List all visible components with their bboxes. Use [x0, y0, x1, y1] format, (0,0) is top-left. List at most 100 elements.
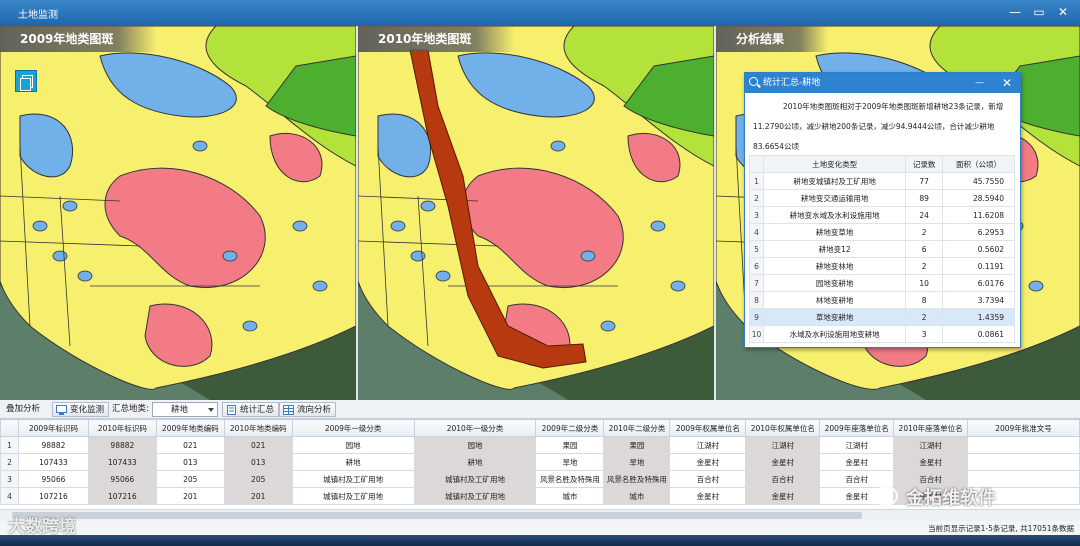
stats-dialog[interactable]: 统计汇总-耕地 — ✕ 2010年地类图斑相对于2009年地类图斑新增耕地23条… [744, 72, 1021, 348]
stats-row-count: 2 [905, 308, 944, 326]
table-cell: 金星村 [745, 453, 821, 471]
flow-analysis-button[interactable]: 流向分析 [279, 402, 337, 417]
status-text: 当前页显示记录1-5条记录, 共17051条数据 [928, 524, 1074, 533]
scrollbar-thumb[interactable] [12, 512, 862, 519]
table-cell: 果园 [603, 436, 671, 454]
pond [550, 140, 566, 152]
table-cell: 风景名胜及特殊用 [535, 470, 605, 488]
pond [32, 220, 48, 232]
grid-header[interactable]: 2009年地类编码 [155, 419, 225, 437]
grid-header[interactable]: 2010年一级分类 [413, 419, 537, 437]
map-panel-2009[interactable]: 2009年地类图斑 [0, 26, 356, 400]
pond [52, 250, 68, 262]
chevron-down-icon [208, 408, 214, 412]
grid-header[interactable]: 2010年地类编码 [223, 419, 293, 437]
dialog-minimize-button[interactable]: — [975, 73, 984, 93]
stats-summary: 2010年地类图斑相对于2009年地类图斑新增耕地23条记录，新增11.2790… [753, 102, 1004, 151]
layers-icon[interactable] [15, 70, 37, 92]
table-cell: 金星村 [745, 487, 821, 505]
stats-row[interactable]: 9 草地变耕地 2 1.4359 [749, 308, 1015, 326]
summary-type-select[interactable]: 耕地 [152, 402, 218, 417]
table-cell: 江湖村 [819, 436, 895, 454]
grid-header[interactable]: 2010年标识码 [87, 419, 157, 437]
stats-header-count: 记录数 [905, 155, 944, 173]
table-cell: 城镇村及工矿用地 [291, 487, 415, 505]
table-cell: 201 [155, 487, 225, 505]
grid-header[interactable]: 2009年批准文号 [967, 419, 1080, 437]
stats-row-index: 2 [749, 189, 764, 207]
stats-row-index: 4 [749, 223, 764, 241]
stats-row-index: 7 [749, 274, 764, 292]
table-cell: 园地 [291, 436, 415, 454]
table-cell: 金星村 [819, 453, 895, 471]
flow-analysis-label: 流向分析 [297, 405, 332, 415]
row-number: 3 [0, 470, 19, 488]
pond [410, 250, 426, 262]
grid-header[interactable]: 2009年座落单位名 [819, 419, 895, 437]
table-cell: 城镇村及工矿用地 [291, 470, 415, 488]
table-cell: 园地 [413, 436, 537, 454]
stats-row-area: 3.7394 [942, 291, 1015, 309]
table-row[interactable]: 2 107433 107433 013 013 耕地 耕地 旱地 旱地 金星村 金星村 金星村 金星村 [0, 453, 1080, 471]
stats-row-count: 10 [905, 274, 944, 292]
grid-header[interactable]: 2010年二级分类 [603, 419, 671, 437]
stats-row-area: 0.1191 [942, 257, 1015, 275]
overlay-analysis-label: 叠加分析 [6, 404, 41, 414]
table-cell: 205 [223, 470, 293, 488]
grid-header[interactable]: 2009年权属单位名 [669, 419, 747, 437]
close-button[interactable]: ✕ [1054, 4, 1072, 20]
stats-row[interactable]: 6 耕地变林地 2 0.1191 [749, 257, 1015, 275]
stats-row-index: 10 [749, 325, 764, 343]
stats-row-type: 水域及水利设施用地变耕地 [762, 325, 907, 343]
taskbar [0, 535, 1080, 546]
restore-button[interactable]: ▭ [1030, 4, 1048, 20]
pond [242, 320, 258, 332]
stats-row-index: 9 [749, 308, 764, 326]
stats-row[interactable]: 5 耕地变12 6 0.5602 [749, 240, 1015, 258]
stats-row[interactable]: 3 耕地变水域及水利设施用地 24 11.6208 [749, 206, 1015, 224]
table-cell: 江湖村 [669, 436, 747, 454]
stats-row[interactable]: 10 水域及水利设施用地变耕地 3 0.0861 [749, 325, 1015, 343]
table-cell: 江湖村 [745, 436, 821, 454]
table-cell: 百合村 [669, 470, 747, 488]
minimize-button[interactable]: — [1006, 4, 1024, 20]
grid-header-rownum [0, 419, 19, 437]
grid-header[interactable]: 2009年二级分类 [535, 419, 605, 437]
stats-row[interactable]: 7 园地变耕地 10 6.0176 [749, 274, 1015, 292]
panel-title-result: 分析结果 [716, 26, 829, 52]
table-cell: 城镇村及工矿用地 [413, 487, 537, 505]
grid-header[interactable]: 2009年一级分类 [291, 419, 415, 437]
pond [580, 250, 596, 262]
dialog-close-button[interactable]: ✕ [1002, 73, 1012, 93]
stats-row-index: 6 [749, 257, 764, 275]
stats-row-area: 0.0861 [942, 325, 1015, 343]
stats-row-area: 11.6208 [942, 206, 1015, 224]
stats-row[interactable]: 8 林地变耕地 8 3.7394 [749, 291, 1015, 309]
stats-summary-label: 统计汇总 [240, 405, 275, 415]
table-cell: 021 [223, 436, 293, 454]
table-cell: 风景名胜及特殊用 [603, 470, 671, 488]
stats-dialog-header[interactable]: 统计汇总-耕地 — ✕ [745, 73, 1020, 93]
table-cell: 金星村 [669, 487, 747, 505]
stats-row-type: 耕地变交通运输用地 [762, 189, 907, 207]
stats-row[interactable]: 2 耕地变交通运输用地 89 28.5940 [749, 189, 1015, 207]
pond [650, 220, 666, 232]
stats-summary-button[interactable]: 统计汇总 [222, 402, 280, 417]
status-bar: 当前页显示记录1-5条记录, 共17051条数据 [0, 521, 1080, 535]
table-cell: 江湖村 [893, 436, 969, 454]
horizontal-scrollbar[interactable] [0, 509, 1080, 521]
stats-row-area: 1.4359 [942, 308, 1015, 326]
table-cell: 城市 [535, 487, 605, 505]
change-monitor-button[interactable]: 变化监测 [52, 402, 110, 417]
grid-header[interactable]: 2010年座落单位名 [893, 419, 969, 437]
table-row[interactable]: 1 98882 98882 021 021 园地 园地 果园 果园 江湖村 江湖村 江湖村 江湖村 [0, 436, 1080, 454]
table-cell [967, 436, 1080, 454]
map-panel-2010[interactable]: 2010年地类图斑 [358, 26, 714, 400]
table-cell: 98882 [87, 436, 157, 454]
stats-row-count: 8 [905, 291, 944, 309]
stats-row[interactable]: 1 耕地变城镇村及工矿用地 77 45.7550 [749, 172, 1015, 190]
table-cell: 金星村 [893, 453, 969, 471]
grid-header[interactable]: 2010年权属单位名 [745, 419, 821, 437]
grid-header[interactable]: 2009年标识码 [17, 419, 89, 437]
stats-row[interactable]: 4 耕地变草地 2 6.2953 [749, 223, 1015, 241]
